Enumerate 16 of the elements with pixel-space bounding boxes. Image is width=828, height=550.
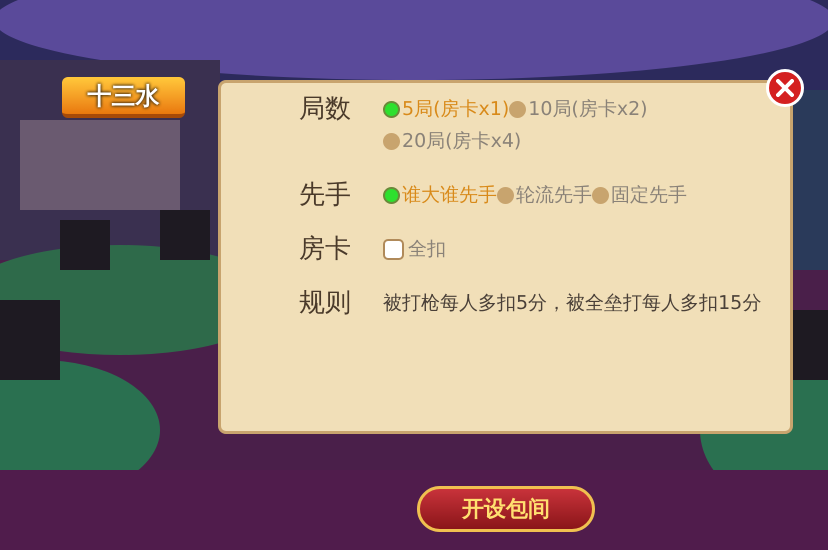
option-label[interactable]: 20局(房卡x4)	[402, 126, 522, 156]
option-label[interactable]: 全扣	[408, 234, 446, 264]
option-label[interactable]: 谁大谁先手	[402, 180, 497, 210]
row-label: 先手	[299, 179, 352, 211]
rule-text: 被打枪每人多扣5分，被全垒打每人多扣15分	[383, 291, 762, 314]
row-label: 房卡	[299, 233, 352, 265]
checkbox[interactable]	[383, 238, 404, 260]
title-tab[interactable]: 十三水	[62, 77, 185, 118]
row-label: 规则	[299, 287, 352, 319]
option-label[interactable]: 10局(房卡x2)	[528, 94, 648, 124]
option-label[interactable]: 固定先手	[611, 180, 687, 210]
option-label[interactable]: 5局(房卡x1)	[402, 94, 510, 124]
option-label[interactable]: 轮流先手	[516, 180, 592, 210]
close-icon	[776, 79, 794, 97]
create-room-button[interactable]: 开设包间	[417, 486, 595, 532]
row-label: 局数	[299, 93, 352, 125]
